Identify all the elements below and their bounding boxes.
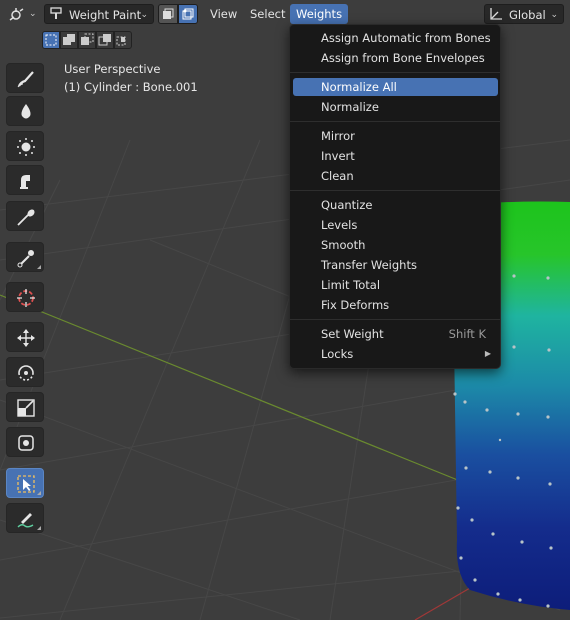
menu-separator [290, 190, 500, 191]
tool-options-indicator [37, 265, 41, 269]
blur-brush-icon [21, 104, 31, 119]
editor-type-icon [9, 8, 24, 21]
select-extend-button[interactable] [60, 31, 78, 49]
select-new-icon [45, 34, 57, 46]
menu-item-locks[interactable]: Locks ▶ [293, 345, 498, 363]
tool-rotate[interactable] [6, 357, 44, 387]
mode-dropdown[interactable]: Weight Paint ⌄ [44, 4, 154, 24]
menu-item-quantize[interactable]: Quantize [293, 196, 498, 214]
menu-item-levels[interactable]: Levels [293, 216, 498, 234]
average-brush-icon [17, 138, 35, 156]
vertex-mask-toggle[interactable] [178, 4, 198, 24]
tool-options-indicator [37, 491, 41, 495]
select-intersect-icon [116, 36, 126, 46]
cursor-icon [17, 289, 35, 307]
select-box-icon [17, 475, 35, 493]
face-mask-icon [163, 8, 174, 19]
menu-item-normalize-all[interactable]: Normalize All [293, 78, 498, 96]
menu-item-limit-total[interactable]: Limit Total [293, 276, 498, 294]
mask-toggle-group [158, 4, 198, 24]
face-mask-toggle[interactable] [158, 4, 178, 24]
tool-gradient[interactable] [6, 201, 44, 231]
menu-item-label: Set Weight [321, 327, 384, 341]
menu-item-mirror[interactable]: Mirror [293, 127, 498, 145]
rotate-icon [18, 365, 34, 381]
select-new-button[interactable] [42, 31, 60, 49]
transform-icon [18, 435, 34, 451]
draw-brush-icon [17, 71, 34, 88]
tool-scale[interactable] [6, 392, 44, 422]
mode-label: Weight Paint [69, 8, 142, 22]
select-subtract-button[interactable] [78, 31, 96, 49]
menu-item-transfer-weights[interactable]: Transfer Weights [293, 256, 498, 274]
tool-draw[interactable] [6, 63, 44, 93]
transform-orientation-label: Global [509, 8, 546, 22]
annotate-icon [17, 513, 34, 528]
menu-separator [290, 319, 500, 320]
tool-cursor[interactable] [6, 282, 44, 312]
menu-item-normalize[interactable]: Normalize [293, 98, 498, 116]
menu-weights[interactable]: Weights [290, 4, 349, 24]
menu-item-assign-envelopes[interactable]: Assign from Bone Envelopes [293, 49, 498, 67]
select-difference-icon [98, 34, 111, 46]
scale-icon [17, 399, 35, 417]
transform-orientation-icon [490, 8, 502, 20]
gradient-tool-icon [17, 209, 35, 226]
transform-orientation-dropdown[interactable]: Global ⌄ [484, 4, 564, 24]
tool-average[interactable] [6, 131, 44, 161]
menu-item-set-weight[interactable]: Set Weight Shift K [293, 325, 498, 343]
menu-separator [290, 121, 500, 122]
smear-brush-icon [20, 175, 30, 189]
menu-item-smooth[interactable]: Smooth [293, 236, 498, 254]
tool-smear[interactable] [6, 165, 44, 195]
select-extend-icon [63, 34, 75, 45]
select-subtract-icon [81, 33, 94, 45]
tool-options-indicator [37, 526, 41, 530]
menu-separator [290, 72, 500, 73]
weight-paint-icon [50, 7, 62, 19]
tool-annotate[interactable] [6, 503, 44, 533]
tool-transform[interactable] [6, 427, 44, 457]
tool-sample-weight[interactable] [6, 242, 44, 272]
vertex-mask-icon [182, 8, 194, 20]
menu-item-fix-deforms[interactable]: Fix Deforms [293, 296, 498, 314]
menu-shortcut: Shift K [448, 327, 486, 341]
menu-item-label: Locks [321, 347, 354, 361]
select-difference-button[interactable] [96, 31, 114, 49]
weights-menu: Assign Automatic from Bones Assign from … [289, 24, 501, 369]
menu-view[interactable]: View [204, 4, 243, 24]
selection-mode-row [40, 31, 138, 51]
tool-select-box[interactable] [6, 468, 44, 498]
menu-item-invert[interactable]: Invert [293, 147, 498, 165]
select-intersect-button[interactable] [114, 31, 132, 49]
chevron-down-icon: ⌄ [550, 10, 558, 20]
editor-type-button[interactable]: ⌄ [6, 4, 40, 24]
submenu-arrow-icon: ▶ [484, 349, 491, 358]
move-icon [17, 329, 35, 347]
menu-select[interactable]: Select [244, 4, 291, 24]
object-info: (1) Cylinder : Bone.001 [64, 80, 198, 94]
view-name: User Perspective [64, 62, 161, 76]
menu-item-assign-automatic[interactable]: Assign Automatic from Bones [293, 29, 498, 47]
menu-item-clean[interactable]: Clean [293, 167, 498, 185]
tool-move[interactable] [6, 322, 44, 352]
chevron-down-icon: ⌄ [140, 10, 148, 20]
chevron-down-icon: ⌄ [29, 9, 37, 19]
tool-blur[interactable] [6, 96, 44, 126]
sample-weight-icon [17, 250, 34, 268]
